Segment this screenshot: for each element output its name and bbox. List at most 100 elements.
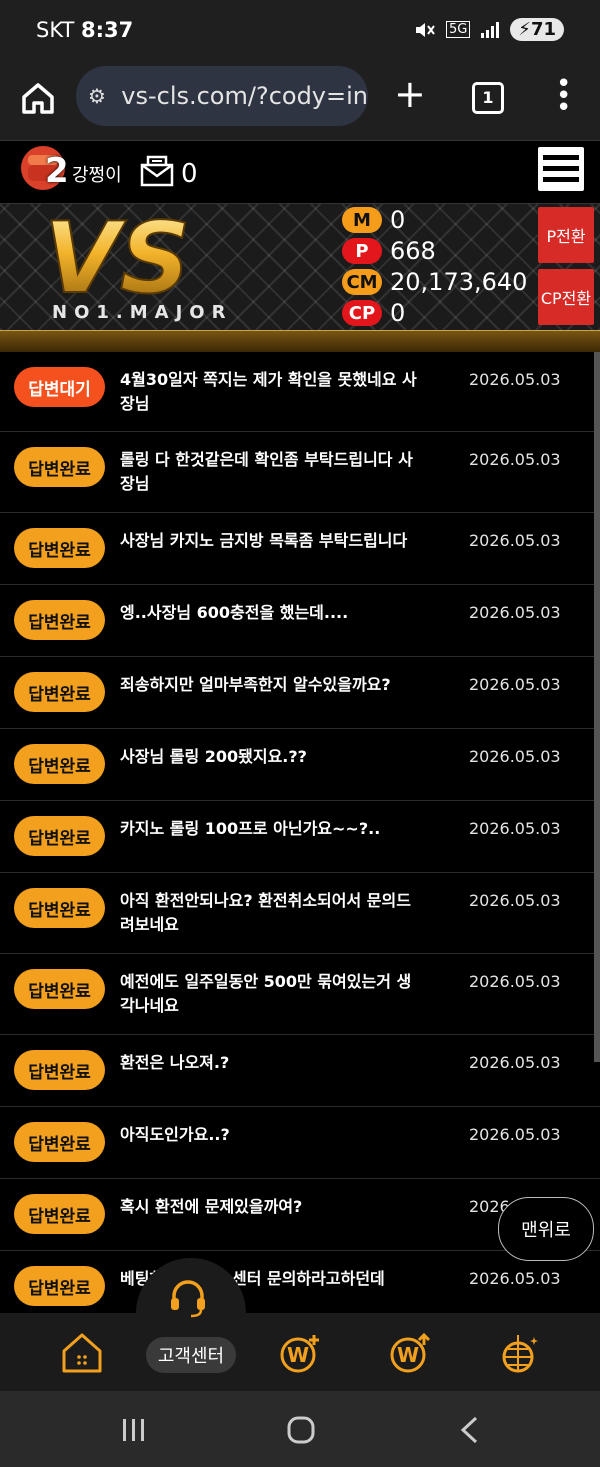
status-badge: 답변대기 [14, 367, 105, 407]
tab-switcher-button[interactable]: 1 [472, 82, 504, 114]
site-header: 2 강쩡이 0 [0, 141, 600, 204]
inquiry-title[interactable]: 죄송하지만 얼마부족한지 알수있을까요? [120, 673, 420, 697]
list-item[interactable]: 답변완료 롤링 다 한것같은데 확인좀 부탁드립니다 사장님 2026.05.0… [0, 432, 600, 513]
cp-convert-button[interactable]: CP전환 [538, 269, 594, 325]
status-badge: 답변완료 [14, 600, 105, 640]
stat-m: M 0 [342, 206, 405, 234]
inquiry-date: 2026.05.03 [469, 1125, 561, 1144]
stat-cp-label: CP [342, 300, 382, 326]
scrollbar[interactable] [594, 352, 600, 1062]
status-badge: 답변완료 [14, 1122, 105, 1162]
list-item[interactable]: 답변완료 사장님 롤링 200됐지요.?? 2026.05.03 [0, 729, 600, 801]
inquiry-title[interactable]: 아직도인가요..? [120, 1123, 420, 1147]
browser-toolbar: ⚙ vs-cls.com/?cody=in + 1 • • • [0, 64, 600, 141]
inquiry-title[interactable]: 롤링 다 한것같은데 확인좀 부탁드립니다 사장님 [120, 448, 420, 496]
svg-text:W: W [287, 1343, 309, 1367]
mail-icon[interactable] [140, 155, 176, 187]
stat-m-label: M [342, 207, 382, 233]
headset-icon[interactable] [166, 1276, 210, 1320]
list-item[interactable]: 답변완료 아직 환전안되나요? 환전취소되어서 문의드려보네요 2026.05.… [0, 873, 600, 954]
inquiry-date: 2026.05.03 [469, 675, 561, 694]
inquiry-date: 2026.05.03 [469, 819, 561, 838]
logo-subtitle: NO1.MAJOR [52, 302, 233, 323]
system-nav-bar [0, 1391, 600, 1467]
p-convert-button[interactable]: P전환 [538, 207, 594, 263]
scroll-top-button[interactable]: 맨위로 [498, 1197, 594, 1261]
inquiry-list: 답변대기 4월30일자 쪽지는 제가 확인을 못했네요 사장님 2026.05.… [0, 352, 600, 1322]
inquiry-title[interactable]: 혹시 환전에 문제있을까여? [120, 1195, 420, 1219]
url-bar[interactable]: ⚙ vs-cls.com/?cody=in [76, 66, 368, 126]
inquiry-title[interactable]: 카지노 롤링 100프로 아닌가요~~?.. [120, 817, 420, 841]
back-icon[interactable] [458, 1415, 480, 1445]
menu-icon[interactable] [538, 147, 584, 191]
status-time: SKT 8:37 [36, 18, 134, 42]
svg-text:W: W [397, 1343, 419, 1367]
site-settings-icon[interactable]: ⚙ [88, 84, 113, 108]
username: 강쩡이 [72, 165, 122, 186]
inquiry-title[interactable]: 아직 환전안되나요? 환전취소되어서 문의드려보네요 [120, 889, 420, 937]
user-level: 2 [45, 151, 69, 191]
stat-cp: CP 0 [342, 299, 405, 327]
inquiry-title[interactable]: 엥..사장님 600충전을 했는데.... [120, 601, 420, 625]
system-home-icon[interactable] [286, 1415, 316, 1445]
status-badge: 답변완료 [14, 1194, 105, 1234]
mute-icon [415, 22, 435, 37]
list-item[interactable]: 답변완료 베팅하 센터 문의하라고하던데 2026.05.03 [0, 1251, 600, 1322]
new-tab-icon[interactable]: + [394, 75, 426, 113]
list-item[interactable]: 답변완료 엥..사장님 600충전을 했는데.... 2026.05.03 [0, 585, 600, 657]
stat-p: P 668 [342, 237, 436, 265]
status-badge: 답변완료 [14, 1266, 105, 1306]
stat-p-label: P [342, 238, 382, 264]
inquiry-title[interactable]: 4월30일자 쪽지는 제가 확인을 못했네요 사장님 [120, 368, 420, 416]
list-item[interactable]: 답변완료 아직도인가요..? 2026.05.03 [0, 1107, 600, 1179]
inquiry-title[interactable]: 사장님 카지노 금지방 목록좀 부탁드립니다 [120, 529, 420, 553]
status-badge: 답변완료 [14, 888, 105, 928]
status-badge: 답변완료 [14, 816, 105, 856]
inquiry-date: 2026.05.03 [469, 603, 561, 622]
status-bar: SKT 8:37 5G ⚡71 [0, 0, 600, 64]
home-icon[interactable] [20, 80, 56, 116]
banner: VS NO1.MAJOR M 0 P 668 CM 20,173,640 CP … [0, 204, 600, 332]
status-badge: 답변완료 [14, 744, 105, 784]
status-icons: 5G ⚡71 [414, 18, 564, 41]
home-nav-icon[interactable] [60, 1331, 104, 1375]
list-item[interactable]: 답변대기 4월30일자 쪽지는 제가 확인을 못했네요 사장님 2026.05.… [0, 352, 600, 432]
inquiry-date: 2026.05.03 [469, 1269, 561, 1288]
customer-center-label[interactable]: 고객센터 [146, 1337, 236, 1373]
inquiry-title-tail[interactable]: 센터 문의하라고하던데 [232, 1267, 462, 1291]
inquiry-date: 2026.05.03 [469, 370, 561, 389]
recent-apps-icon[interactable] [120, 1417, 148, 1443]
inquiry-date: 2026.05.03 [469, 891, 561, 910]
inquiry-title[interactable]: 사장님 롤링 200됐지요.?? [120, 745, 420, 769]
stat-p-value: 668 [390, 237, 436, 265]
battery-indicator: ⚡71 [510, 18, 564, 41]
inquiry-title[interactable]: 환전은 나오져.? [120, 1051, 420, 1075]
status-badge: 답변완료 [14, 447, 105, 487]
list-item[interactable]: 답변완료 카지노 롤링 100프로 아닌가요~~?.. 2026.05.03 [0, 801, 600, 873]
divider-strip [0, 331, 600, 352]
list-item[interactable]: 답변완료 예전에도 일주일동안 500만 묶여있는거 생각나네요 2026.05… [0, 954, 600, 1035]
inquiry-date: 2026.05.03 [469, 972, 561, 991]
vs-logo: VS [43, 206, 191, 302]
mail-count: 0 [181, 159, 198, 189]
more-menu-icon[interactable]: • • • [556, 71, 571, 121]
inquiry-title[interactable]: 예전에도 일주일동안 500만 묶여있는거 생각나네요 [120, 970, 420, 1018]
stat-cm-value: 20,173,640 [390, 268, 528, 296]
inquiry-date: 2026.05.03 [469, 531, 561, 550]
stat-cm-label: CM [342, 269, 382, 295]
deposit-icon[interactable]: W [278, 1331, 322, 1375]
status-badge: 답변완료 [14, 672, 105, 712]
inquiry-date: 2026.05.03 [469, 1053, 561, 1072]
list-item[interactable]: 답변완료 죄송하지만 얼마부족한지 알수있을까요? 2026.05.03 [0, 657, 600, 729]
list-item[interactable]: 답변완료 사장님 카지노 금지방 목록좀 부탁드립니다 2026.05.03 [0, 513, 600, 585]
disco-ball-icon[interactable] [498, 1331, 542, 1375]
status-badge: 답변완료 [14, 528, 105, 568]
status-badge: 답변완료 [14, 1050, 105, 1090]
status-badge: 답변완료 [14, 969, 105, 1009]
list-item[interactable]: 답변완료 환전은 나오져.? 2026.05.03 [0, 1035, 600, 1107]
url-text[interactable]: vs-cls.com/?cody=in [121, 82, 368, 110]
stat-m-value: 0 [390, 206, 406, 234]
stat-cp-value: 0 [390, 299, 406, 327]
withdraw-icon[interactable]: W [388, 1331, 432, 1375]
inquiry-date: 2026.05.03 [469, 450, 561, 469]
